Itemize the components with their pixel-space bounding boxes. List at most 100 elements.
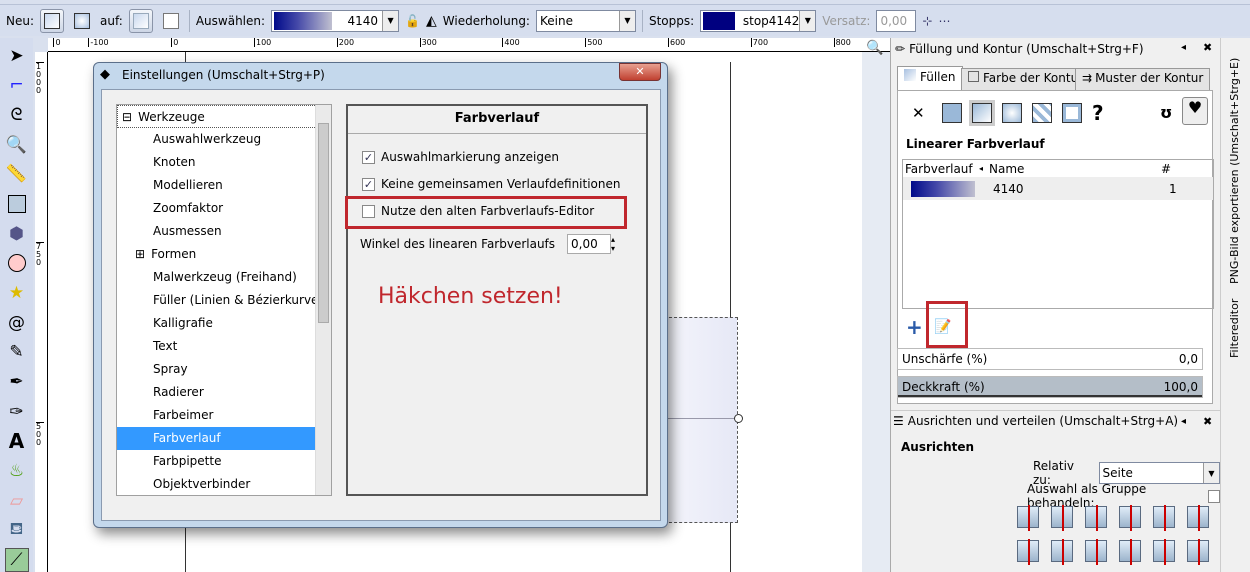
chevron-down-icon[interactable]: ▼ bbox=[799, 10, 816, 31]
iconify-icon[interactable]: ◂ bbox=[1181, 42, 1186, 53]
tab-stroke-style[interactable]: ⇉ Muster der Kontur bbox=[1075, 68, 1211, 90]
column-header-count[interactable]: # bbox=[1161, 160, 1171, 177]
offset-input[interactable]: 0,00 bbox=[876, 9, 917, 32]
vertical-scrollbar[interactable]: 🔍 bbox=[862, 40, 890, 572]
node-tool-icon[interactable]: ⌐ bbox=[5, 74, 29, 98]
spiral-tool-icon[interactable]: @ bbox=[5, 311, 29, 335]
align-button-icon[interactable] bbox=[1153, 505, 1175, 531]
unset-icon[interactable]: ? bbox=[1092, 101, 1112, 125]
chevron-down-icon[interactable]: ▼ bbox=[382, 10, 399, 31]
gradient-handle[interactable] bbox=[734, 414, 743, 423]
fill-rule-evenodd-icon[interactable]: ʊ bbox=[1160, 103, 1172, 122]
iconify-icon[interactable]: ◂ bbox=[1181, 416, 1186, 427]
repeat-select[interactable]: Keine ▼ bbox=[535, 9, 636, 32]
align-button-icon[interactable] bbox=[1051, 539, 1073, 565]
selector-tool-icon[interactable]: ➤ bbox=[5, 44, 29, 68]
relative-select[interactable]: Seite ▼ bbox=[1098, 462, 1220, 484]
star-tool-icon[interactable]: ★ bbox=[5, 281, 29, 305]
align-button-icon[interactable] bbox=[1187, 505, 1209, 531]
spray-tool-icon[interactable]: ♨ bbox=[5, 459, 29, 483]
text-tool-icon[interactable]: A bbox=[5, 429, 29, 453]
chevron-down-icon[interactable]: ▼ bbox=[618, 10, 635, 31]
tree-scrollbar[interactable] bbox=[315, 105, 331, 495]
align-button-icon[interactable] bbox=[1017, 505, 1039, 531]
tree-item[interactable]: Füller (Linien & Bézierkurven) bbox=[117, 289, 331, 312]
export-tab[interactable]: PNG-Bild exportieren (Umschalt+Strg+E) bbox=[1228, 44, 1241, 284]
3dbox-tool-icon[interactable]: ⬢ bbox=[5, 222, 29, 246]
align-button-icon[interactable] bbox=[1051, 505, 1073, 531]
angle-input[interactable]: 0,00 bbox=[567, 234, 612, 254]
align-button-icon[interactable] bbox=[1017, 539, 1039, 565]
lock-icon[interactable]: 🔓 bbox=[405, 14, 420, 28]
tweak-tool-icon[interactable]: ᘓ bbox=[5, 103, 29, 127]
tree-item[interactable]: ⊟ Werkzeuge bbox=[117, 105, 331, 128]
tab-stroke-paint[interactable]: Farbe der Kontur bbox=[961, 68, 1091, 90]
tab-fill[interactable]: Füllen bbox=[897, 66, 963, 90]
align-button-icon[interactable] bbox=[1085, 505, 1107, 531]
measure-tool-icon[interactable]: 📏 bbox=[5, 163, 29, 187]
option-checkbox[interactable]: ✓ bbox=[362, 150, 375, 164]
calligraphy-tool-icon[interactable]: ✑ bbox=[5, 400, 29, 424]
flat-color-icon[interactable] bbox=[942, 103, 962, 123]
new-radial-button[interactable] bbox=[70, 9, 94, 33]
tree-item[interactable]: Spray bbox=[117, 358, 331, 381]
bucket-tool-icon[interactable]: ⛾ bbox=[5, 519, 29, 543]
tree-item[interactable]: Kalligrafie bbox=[117, 312, 331, 335]
pencil-tool-icon[interactable]: ✎ bbox=[5, 340, 29, 364]
zoom-1-1-icon[interactable]: 🔍 bbox=[866, 40, 883, 56]
column-header-name[interactable]: Name bbox=[985, 160, 1161, 177]
ellipse-tool-icon[interactable] bbox=[5, 251, 29, 275]
tree-item[interactable]: Radierer bbox=[117, 381, 331, 404]
align-button-icon[interactable] bbox=[1187, 539, 1209, 565]
reverse-icon[interactable]: ◭ bbox=[426, 13, 437, 29]
tree-item[interactable]: Text bbox=[117, 335, 331, 358]
blur-field[interactable]: Unschärfe (%) 0,0 bbox=[897, 348, 1203, 370]
gradient-tool-icon[interactable]: ⟋ bbox=[4, 548, 29, 572]
tree-item[interactable]: Auswahlwerkzeug bbox=[117, 128, 331, 151]
pen-tool-icon[interactable]: ✒ bbox=[5, 370, 29, 394]
angle-spinner[interactable]: ▴ ▾ bbox=[611, 235, 615, 253]
insert-stop-icon[interactable]: ⊹ bbox=[922, 14, 932, 28]
tree-item[interactable]: Farbpipette bbox=[117, 450, 331, 473]
add-gradient-icon[interactable]: + bbox=[906, 315, 923, 339]
rect-tool-icon[interactable] bbox=[5, 192, 29, 216]
delete-stop-icon[interactable]: ⋯ bbox=[939, 14, 951, 28]
group-checkbox[interactable] bbox=[1207, 489, 1220, 503]
tree-item[interactable]: Ausmessen bbox=[117, 220, 331, 243]
chevron-down-icon[interactable]: ▼ bbox=[1203, 463, 1219, 483]
close-icon[interactable]: ✖ bbox=[1203, 41, 1212, 54]
tree-item[interactable]: Farbeimer bbox=[117, 404, 331, 427]
on-fill-button[interactable] bbox=[128, 8, 153, 33]
fill-rule-nonzero-icon[interactable]: ♥ bbox=[1182, 97, 1208, 125]
tree-item[interactable]: Knoten bbox=[117, 151, 331, 174]
collapse-icon[interactable]: ⊟ bbox=[122, 110, 132, 124]
table-row[interactable]: 4140 1 bbox=[903, 178, 1213, 200]
zoom-tool-icon[interactable]: 🔍 bbox=[5, 133, 29, 157]
radial-gradient-icon[interactable] bbox=[1002, 103, 1022, 123]
eraser-tool-icon[interactable]: ▱ bbox=[5, 489, 29, 513]
stop-select[interactable]: stop4142 ▼ bbox=[700, 9, 817, 32]
linear-gradient-icon[interactable] bbox=[969, 100, 995, 126]
column-header-gradient[interactable]: Farbverlauf bbox=[903, 160, 979, 177]
pattern-icon[interactable] bbox=[1032, 103, 1052, 123]
tree-item[interactable]: Farbverlauf bbox=[117, 427, 331, 450]
tree-item[interactable]: ⊞ Formen bbox=[117, 243, 331, 266]
close-button[interactable]: ✕ bbox=[619, 63, 661, 81]
new-linear-button[interactable] bbox=[40, 8, 65, 33]
swatch-icon[interactable] bbox=[1062, 103, 1082, 123]
no-paint-icon[interactable]: ✕ bbox=[912, 104, 932, 122]
align-button-icon[interactable] bbox=[1119, 539, 1141, 565]
tree-item[interactable]: Objektverbinder bbox=[117, 473, 331, 495]
expand-icon[interactable]: ⊞ bbox=[135, 247, 145, 261]
opacity-field[interactable]: Deckkraft (%) 100,0 bbox=[897, 376, 1203, 398]
close-icon[interactable]: ✖ bbox=[1203, 415, 1212, 428]
align-button-icon[interactable] bbox=[1119, 505, 1141, 531]
on-stroke-button[interactable] bbox=[159, 9, 183, 33]
option-checkbox[interactable]: ✓ bbox=[362, 177, 375, 191]
filter-editor-tab[interactable]: Filtereditor bbox=[1228, 288, 1241, 358]
align-button-icon[interactable] bbox=[1085, 539, 1107, 565]
align-button-icon[interactable] bbox=[1153, 539, 1175, 565]
tree-item[interactable]: Zoomfaktor bbox=[117, 197, 331, 220]
tree-item[interactable]: Malwerkzeug (Freihand) bbox=[117, 266, 331, 289]
gradient-select[interactable]: 4140 ▼ bbox=[271, 9, 400, 32]
